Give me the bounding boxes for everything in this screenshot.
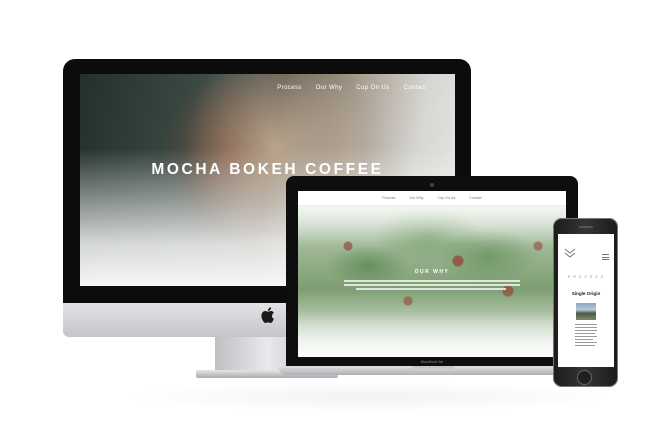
iphone-body-text-line bbox=[575, 330, 597, 332]
devices-shadow bbox=[120, 382, 620, 412]
macbook-brand-label: MacBook Air bbox=[420, 359, 444, 364]
iphone-home-button[interactable] bbox=[577, 370, 592, 385]
iphone-body-text-line bbox=[575, 324, 597, 326]
macbook-nav-process[interactable]: Process bbox=[382, 196, 395, 200]
macbook-nav-our-why[interactable]: Our Why bbox=[409, 196, 423, 200]
macbook-body-text-line bbox=[344, 280, 520, 282]
iphone-body-text-line bbox=[575, 339, 593, 341]
imac-nav-contact[interactable]: Contact bbox=[404, 85, 427, 91]
hamburger-menu-icon[interactable] bbox=[602, 254, 609, 262]
iphone-body-text-line bbox=[575, 327, 597, 329]
iphone-screen: P R O C E S S Single Origin bbox=[558, 234, 614, 367]
imac-nav-our-why[interactable]: Our Why bbox=[316, 85, 342, 91]
chevron-logo-icon bbox=[564, 248, 576, 258]
macbook-screen: Process Our Why Cup On Us Contact OUR WH… bbox=[298, 191, 566, 357]
iphone-brand: P R O C E S S bbox=[568, 275, 604, 279]
imac-nav: Process Our Why Cup On Us Contact bbox=[277, 85, 427, 91]
macbook-body-text-line bbox=[356, 288, 506, 290]
macbook-nav-cup-on-us[interactable]: Cup On Us bbox=[438, 196, 456, 200]
imac-nav-cup-on-us[interactable]: Cup On Us bbox=[356, 85, 389, 91]
iphone-speaker bbox=[579, 226, 593, 228]
iphone-landscape-image bbox=[576, 303, 596, 320]
macbook-section-heading: OUR WHY bbox=[414, 269, 450, 275]
apple-logo-icon bbox=[261, 307, 274, 323]
imac-nav-process[interactable]: Process bbox=[277, 85, 301, 91]
macbook-camera bbox=[430, 183, 434, 187]
macbook-nav-contact[interactable]: Contact bbox=[469, 196, 481, 200]
iphone-body-text-line bbox=[575, 342, 597, 344]
macbook-nav: Process Our Why Cup On Us Contact bbox=[298, 191, 566, 206]
iphone-section-heading: Single Origin bbox=[571, 291, 601, 296]
macbook-opening-notch bbox=[412, 366, 454, 369]
iphone-body-text-line bbox=[575, 333, 595, 335]
iphone-body-text-line bbox=[575, 336, 597, 338]
iphone-body-text-line bbox=[575, 345, 595, 347]
macbook-body-text-line bbox=[344, 284, 520, 286]
